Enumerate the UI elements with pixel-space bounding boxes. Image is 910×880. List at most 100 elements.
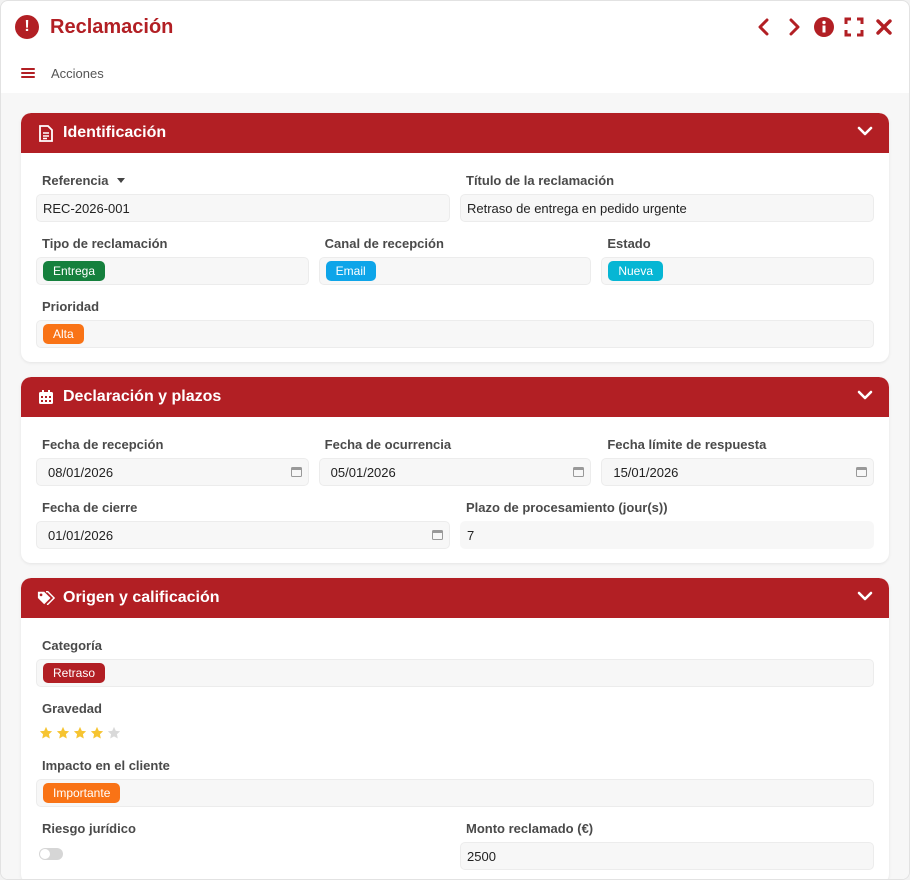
prioridad-field: Prioridad Alta: [36, 293, 874, 348]
prioridad-select[interactable]: Alta: [36, 320, 874, 348]
section-header-origen[interactable]: Origen y calificación: [21, 578, 889, 618]
section-origen: Origen y calificación Categoría Retraso: [21, 578, 889, 879]
estado-label: Estado: [607, 236, 651, 251]
previous-button[interactable]: [753, 16, 775, 38]
star-filled-icon[interactable]: [39, 726, 53, 740]
section-identificacion: Identificación Referencia REC-2026-001 T…: [21, 113, 889, 362]
chevron-right-icon: [789, 18, 800, 36]
calendar-picker-icon[interactable]: [432, 528, 443, 543]
fecha-ocurrencia-field: Fecha de ocurrencia 05/01/2026: [318, 431, 592, 486]
categoria-label: Categoría: [42, 638, 102, 653]
gravedad-field: Gravedad: [36, 695, 874, 744]
riesgo-field: Riesgo jurídico: [36, 815, 450, 870]
referencia-label: Referencia: [42, 173, 109, 188]
monto-field: Monto reclamado (€) 2500: [460, 815, 874, 870]
star-empty-icon[interactable]: [107, 726, 121, 740]
riesgo-toggle[interactable]: [39, 848, 63, 860]
categoria-badge: Retraso: [43, 663, 106, 683]
canal-badge: Email: [325, 261, 376, 281]
impacto-badge: Importante: [43, 783, 121, 803]
section-header-identificacion[interactable]: Identificación: [21, 113, 889, 153]
fecha-cierre-label: Fecha de cierre: [42, 500, 138, 515]
next-button[interactable]: [783, 16, 805, 38]
prioridad-label: Prioridad: [42, 299, 100, 314]
fecha-cierre-value: 01/01/2026: [48, 527, 114, 543]
chevron-down-icon[interactable]: [857, 388, 873, 406]
info-button[interactable]: [813, 16, 835, 38]
canal-label: Canal de recepción: [324, 236, 444, 251]
title-bar: ! Reclamación: [1, 1, 909, 53]
section-header-declaracion[interactable]: Declaración y plazos: [21, 377, 889, 417]
plazo-input[interactable]: 7: [460, 521, 874, 549]
calendar-picker-icon[interactable]: [856, 465, 868, 480]
fecha-cierre-field: Fecha de cierre 01/01/2026: [36, 494, 450, 549]
calendar-picker-icon[interactable]: [573, 465, 585, 480]
impacto-field: Impacto en el cliente Importante: [36, 752, 874, 807]
categoria-select[interactable]: Retraso: [36, 659, 874, 687]
claim-window: ! Reclamación Acciones Identificación Re…: [0, 0, 910, 880]
fecha-recepcion-label: Fecha de recepción: [42, 437, 164, 452]
expand-icon: [844, 17, 864, 37]
star-filled-icon[interactable]: [56, 726, 70, 740]
impacto-select[interactable]: Importante: [36, 779, 874, 807]
titulo-field: Título de la reclamación Retraso de entr…: [460, 167, 874, 222]
monto-input[interactable]: 2500: [460, 842, 874, 870]
menu-icon[interactable]: [21, 66, 35, 80]
chevron-down-icon[interactable]: [857, 589, 873, 607]
tipo-badge: Entrega: [43, 261, 106, 281]
plazo-label: Plazo de procesamiento (jour(s)): [466, 500, 668, 515]
calendar-picker-icon[interactable]: [290, 465, 302, 480]
page-title: Reclamación: [50, 15, 174, 38]
estado-badge: Nueva: [608, 261, 664, 281]
titulo-input[interactable]: Retraso de entrega en pedido urgente: [460, 194, 874, 222]
referencia-input[interactable]: REC-2026-001: [36, 194, 450, 222]
alert-icon: !: [15, 15, 39, 39]
window-actions: [753, 16, 895, 38]
star-filled-icon[interactable]: [73, 726, 87, 740]
gravedad-rating[interactable]: [36, 722, 874, 744]
impacto-label: Impacto en el cliente: [42, 758, 170, 773]
info-icon: [814, 17, 834, 37]
form-content: Identificación Referencia REC-2026-001 T…: [1, 93, 909, 879]
canal-field: Canal de recepción Email: [318, 230, 592, 285]
section-title: Origen y calificación: [63, 589, 220, 606]
fecha-cierre-input[interactable]: 01/01/2026: [36, 521, 450, 549]
close-button[interactable]: [873, 16, 895, 38]
estado-select[interactable]: Nueva: [601, 257, 875, 285]
fecha-recepcion-input[interactable]: 08/01/2026: [36, 458, 309, 486]
fecha-limite-field: Fecha límite de respuesta 15/01/2026: [601, 431, 875, 486]
actions-menu[interactable]: Acciones: [51, 66, 104, 81]
close-icon: [876, 19, 892, 35]
fecha-limite-input[interactable]: 15/01/2026: [601, 458, 875, 486]
categoria-field: Categoría Retraso: [36, 632, 874, 687]
plazo-field: Plazo de procesamiento (jour(s)) 7: [460, 494, 874, 549]
actions-toolbar: Acciones: [1, 53, 909, 93]
prioridad-badge: Alta: [43, 324, 84, 344]
calendar-icon: [37, 388, 55, 406]
tags-icon: [37, 589, 55, 607]
section-title: Declaración y plazos: [63, 388, 222, 405]
star-filled-icon[interactable]: [90, 726, 104, 740]
titulo-label: Título de la reclamación: [466, 173, 615, 188]
gravedad-label: Gravedad: [42, 701, 102, 716]
fecha-ocurrencia-value: 05/01/2026: [330, 464, 396, 480]
canal-select[interactable]: Email: [318, 257, 592, 285]
tipo-label: Tipo de reclamación: [42, 236, 168, 251]
riesgo-label: Riesgo jurídico: [42, 821, 136, 836]
fullscreen-button[interactable]: [843, 16, 865, 38]
estado-field: Estado Nueva: [601, 230, 875, 285]
chevron-left-icon: [758, 18, 769, 36]
document-icon: [37, 124, 55, 142]
tipo-select[interactable]: Entrega: [36, 257, 309, 285]
fecha-ocurrencia-label: Fecha de ocurrencia: [324, 437, 452, 452]
chevron-down-icon[interactable]: [857, 124, 873, 142]
fecha-limite-value: 15/01/2026: [613, 464, 679, 480]
monto-label: Monto reclamado (€): [466, 821, 594, 836]
caret-down-icon[interactable]: [117, 178, 126, 183]
section-declaracion: Declaración y plazos Fecha de recepción …: [21, 377, 889, 563]
fecha-recepcion-value: 08/01/2026: [48, 464, 114, 480]
referencia-field: Referencia REC-2026-001: [36, 167, 450, 222]
tipo-field: Tipo de reclamación Entrega: [36, 230, 309, 285]
fecha-ocurrencia-input[interactable]: 05/01/2026: [318, 458, 592, 486]
section-title: Identificación: [63, 124, 167, 141]
